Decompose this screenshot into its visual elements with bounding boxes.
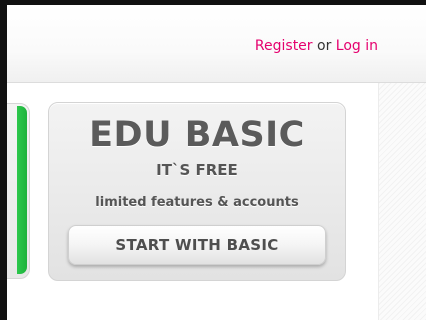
plan-title: EDU BASIC <box>89 115 305 155</box>
hatched-side-strip <box>378 83 426 320</box>
register-link[interactable]: Register <box>255 38 313 54</box>
login-link[interactable]: Log in <box>336 38 378 54</box>
auth-links: Register or Log in <box>255 38 378 54</box>
auth-separator: or <box>317 38 332 54</box>
start-with-basic-button-label: START WITH BASIC <box>115 236 279 254</box>
edu-basic-plan-card: EDU BASIC IT`S FREE limited features & a… <box>48 102 346 281</box>
previous-plan-card-accent <box>17 106 27 274</box>
plan-description: limited features & accounts <box>95 195 299 210</box>
page-viewport: Register or Log in EDU BASIC IT`S FREE l… <box>0 0 426 320</box>
start-with-basic-button[interactable]: START WITH BASIC <box>68 225 326 265</box>
top-header-bar: Register or Log in <box>7 5 426 83</box>
window-left-border <box>0 0 7 320</box>
window-top-border <box>0 0 426 5</box>
plan-price: IT`S FREE <box>156 161 238 179</box>
